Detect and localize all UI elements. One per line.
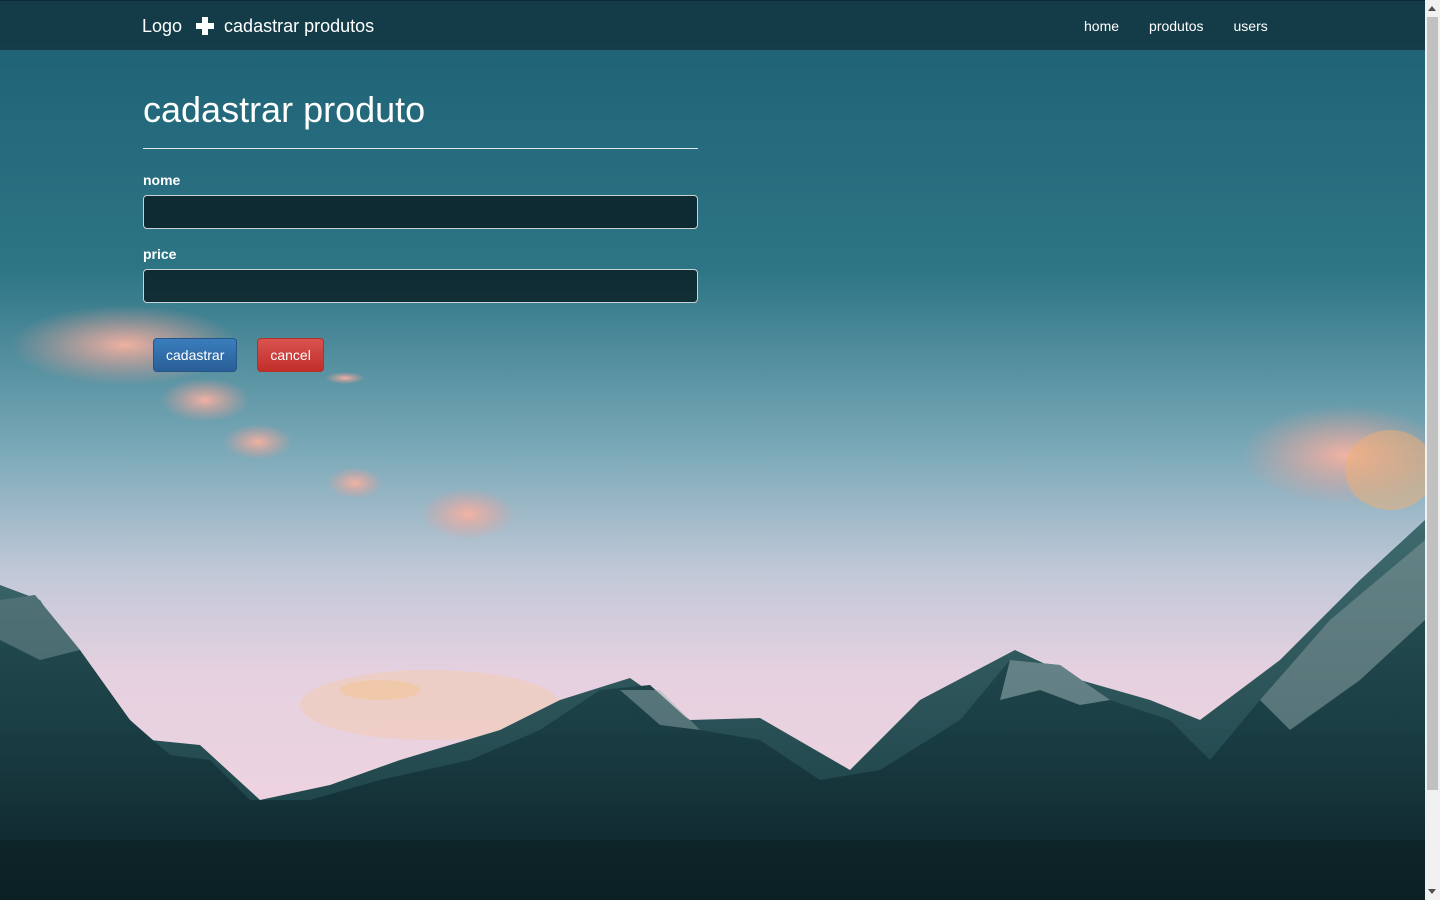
form-actions: cadastrar cancel <box>153 338 698 372</box>
logo-text[interactable]: Logo <box>142 14 182 38</box>
vertical-scrollbar[interactable] <box>1425 0 1440 900</box>
nav-link-produtos[interactable]: produtos <box>1149 17 1203 35</box>
cancel-button[interactable]: cancel <box>257 338 324 372</box>
nav-link-home[interactable]: home <box>1084 17 1119 35</box>
page-title: cadastrar produto <box>143 89 426 130</box>
plus-icon <box>196 17 215 35</box>
product-form: cadastrar produto nome price cadastrar c… <box>143 88 698 372</box>
scroll-thumb[interactable] <box>1427 17 1438 790</box>
nav-links: home produtos users <box>1084 17 1268 35</box>
nav-link-users[interactable]: users <box>1234 17 1268 35</box>
price-label: price <box>143 246 177 262</box>
scroll-down-icon[interactable] <box>1428 889 1436 894</box>
cadastrar-button[interactable]: cadastrar <box>153 338 238 372</box>
viewport: Logo cadastrar produtos home produtos us… <box>0 0 1440 900</box>
price-input[interactable] <box>143 269 698 303</box>
brand[interactable]: Logo cadastrar produtos <box>142 14 374 38</box>
divider <box>143 148 698 149</box>
nome-label: nome <box>143 172 181 188</box>
top-navbar: Logo cadastrar produtos home produtos us… <box>0 0 1425 50</box>
scroll-up-icon[interactable] <box>1428 6 1436 11</box>
nome-input[interactable] <box>143 195 698 229</box>
brand-title[interactable]: cadastrar produtos <box>224 14 374 38</box>
